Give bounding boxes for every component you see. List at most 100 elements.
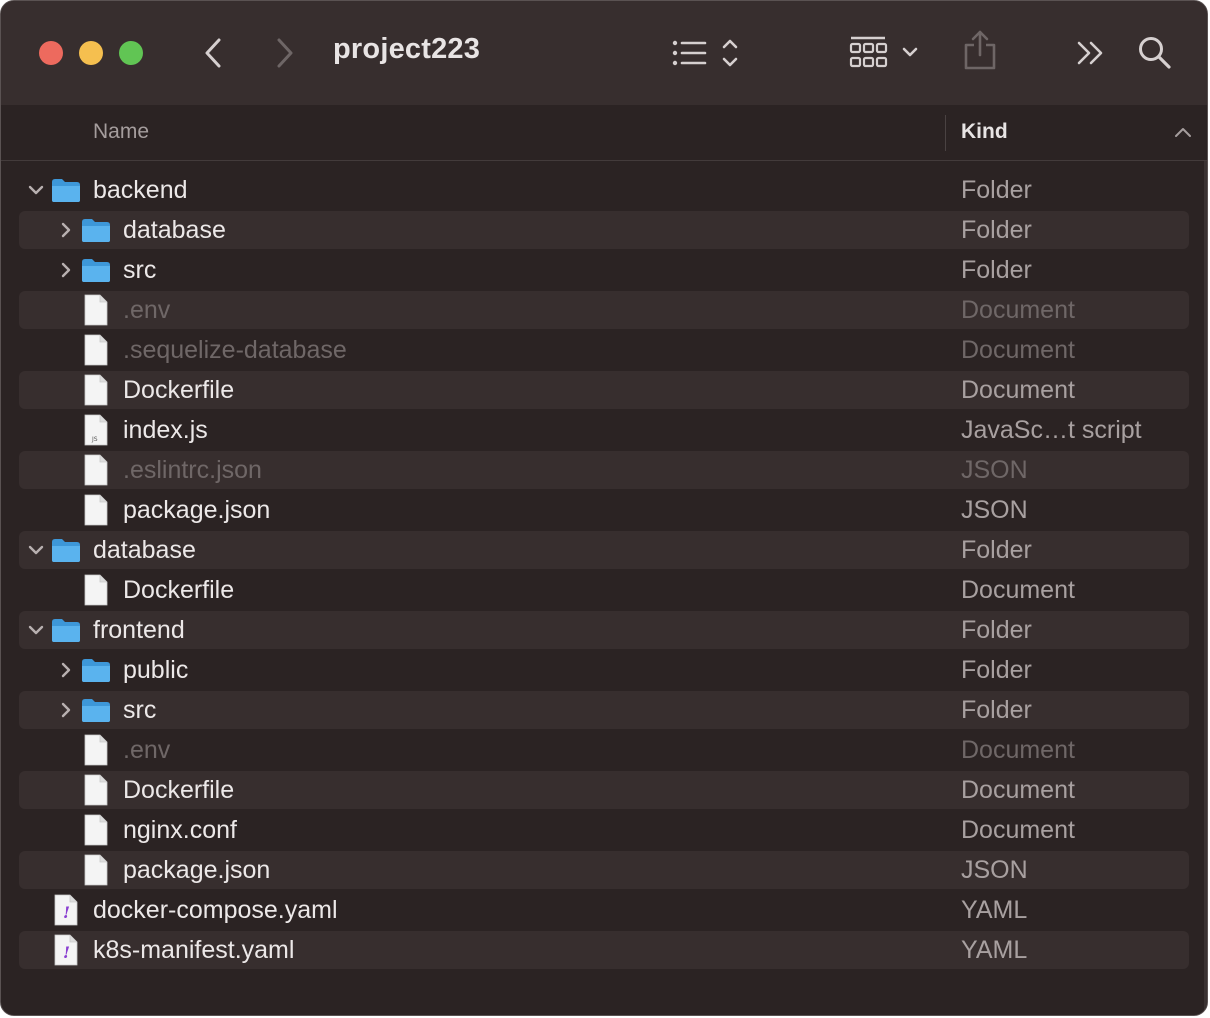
item-name: database xyxy=(123,216,226,244)
file-row[interactable]: package.json JSON xyxy=(19,851,1189,889)
folder-icon xyxy=(81,257,111,288)
item-kind: JSON xyxy=(961,856,1028,884)
svg-text:!: ! xyxy=(63,903,70,922)
item-name: docker-compose.yaml xyxy=(93,896,338,924)
folder-row[interactable]: public Folder xyxy=(19,651,1189,689)
item-name: nginx.conf xyxy=(123,816,237,844)
item-name: .eslintrc.json xyxy=(123,456,262,484)
disclosure-collapsed-icon[interactable] xyxy=(57,221,75,244)
item-name: Dockerfile xyxy=(123,376,235,404)
document-icon xyxy=(83,294,109,331)
file-row[interactable]: Dockerfile Document xyxy=(19,771,1189,809)
file-row[interactable]: package.json JSON xyxy=(19,491,1189,529)
disclosure-expanded-icon[interactable] xyxy=(27,621,45,644)
file-row[interactable]: nginx.conf Document xyxy=(19,811,1189,849)
item-name: index.js xyxy=(123,416,208,444)
js-file-icon: JS xyxy=(83,414,109,451)
group-by-icon[interactable] xyxy=(849,35,923,71)
item-kind: Folder xyxy=(961,696,1032,724)
item-kind: JavaSc…t script xyxy=(961,416,1142,444)
item-kind: Folder xyxy=(961,656,1032,684)
yaml-file-icon: ! xyxy=(53,894,79,931)
close-button[interactable] xyxy=(39,41,63,65)
item-kind: JSON xyxy=(961,456,1028,484)
svg-text:!: ! xyxy=(63,943,70,962)
item-name: .env xyxy=(123,296,171,324)
folder-row[interactable]: database Folder xyxy=(19,211,1189,249)
item-name: package.json xyxy=(123,496,271,524)
item-name: src xyxy=(123,256,157,284)
folder-row[interactable]: frontend Folder xyxy=(19,611,1189,649)
list-view-icon[interactable] xyxy=(671,37,743,69)
svg-text:JS: JS xyxy=(91,436,98,443)
file-row[interactable]: .eslintrc.json JSON xyxy=(19,451,1189,489)
item-kind: Document xyxy=(961,816,1075,844)
item-kind: Document xyxy=(961,776,1075,804)
item-name: package.json xyxy=(123,856,271,884)
document-icon xyxy=(83,374,109,411)
search-icon[interactable] xyxy=(1137,35,1173,71)
folder-row[interactable]: database Folder xyxy=(19,531,1189,569)
more-icon[interactable] xyxy=(1075,39,1107,67)
disclosure-collapsed-icon[interactable] xyxy=(57,261,75,284)
disclosure-collapsed-icon[interactable] xyxy=(57,661,75,684)
item-kind: Document xyxy=(961,296,1075,324)
file-row[interactable]: Dockerfile Document xyxy=(19,571,1189,609)
finder-window: project223 Name Kind backend Folder data… xyxy=(0,0,1208,1016)
document-icon xyxy=(83,334,109,371)
forward-chevron-icon[interactable] xyxy=(273,37,297,69)
document-icon xyxy=(83,814,109,851)
folder-row[interactable]: src Folder xyxy=(19,691,1189,729)
folder-row[interactable]: src Folder xyxy=(19,251,1189,289)
item-kind: Folder xyxy=(961,176,1032,204)
item-name: database xyxy=(93,536,196,564)
folder-icon xyxy=(51,177,81,208)
disclosure-collapsed-icon[interactable] xyxy=(57,701,75,724)
folder-icon xyxy=(81,217,111,248)
item-name: .sequelize-database xyxy=(123,336,347,364)
zoom-button[interactable] xyxy=(119,41,143,65)
item-kind: Document xyxy=(961,336,1075,364)
item-kind: YAML xyxy=(961,896,1028,924)
scrollbar-track[interactable] xyxy=(1204,161,1207,1015)
file-row[interactable]: ! k8s-manifest.yaml YAML xyxy=(19,931,1189,969)
file-row[interactable]: .env Document xyxy=(19,731,1189,769)
item-name: Dockerfile xyxy=(123,776,235,804)
column-header: Name Kind xyxy=(1,105,1207,161)
item-kind: YAML xyxy=(961,936,1028,964)
item-name: backend xyxy=(93,176,188,204)
disclosure-expanded-icon[interactable] xyxy=(27,541,45,564)
item-kind: Document xyxy=(961,376,1075,404)
yaml-file-icon: ! xyxy=(53,934,79,971)
folder-icon xyxy=(51,617,81,648)
item-name: k8s-manifest.yaml xyxy=(93,936,295,964)
share-icon[interactable] xyxy=(963,29,997,71)
document-icon xyxy=(83,574,109,611)
item-kind: Folder xyxy=(961,536,1032,564)
kind-column-header[interactable]: Kind xyxy=(961,120,1008,144)
file-row[interactable]: .sequelize-database Document xyxy=(19,331,1189,369)
item-name: Dockerfile xyxy=(123,576,235,604)
file-row[interactable]: JS index.js JavaSc…t script xyxy=(19,411,1189,449)
item-name: .env xyxy=(123,736,171,764)
name-column-header[interactable]: Name xyxy=(93,120,149,144)
sort-ascending-icon[interactable] xyxy=(1174,125,1192,139)
disclosure-expanded-icon[interactable] xyxy=(27,181,45,204)
document-icon xyxy=(83,494,109,531)
item-kind: Document xyxy=(961,576,1075,604)
toolbar: project223 xyxy=(1,1,1207,106)
document-icon xyxy=(83,734,109,771)
document-icon xyxy=(83,454,109,491)
item-kind: Document xyxy=(961,736,1075,764)
back-chevron-icon[interactable] xyxy=(201,37,225,69)
folder-icon xyxy=(51,537,81,568)
item-kind: Folder xyxy=(961,616,1032,644)
document-icon xyxy=(83,854,109,891)
folder-icon xyxy=(81,697,111,728)
minimize-button[interactable] xyxy=(79,41,103,65)
file-row[interactable]: Dockerfile Document xyxy=(19,371,1189,409)
column-divider[interactable] xyxy=(945,115,946,151)
file-row[interactable]: .env Document xyxy=(19,291,1189,329)
folder-row[interactable]: backend Folder xyxy=(19,171,1189,209)
file-row[interactable]: ! docker-compose.yaml YAML xyxy=(19,891,1189,929)
